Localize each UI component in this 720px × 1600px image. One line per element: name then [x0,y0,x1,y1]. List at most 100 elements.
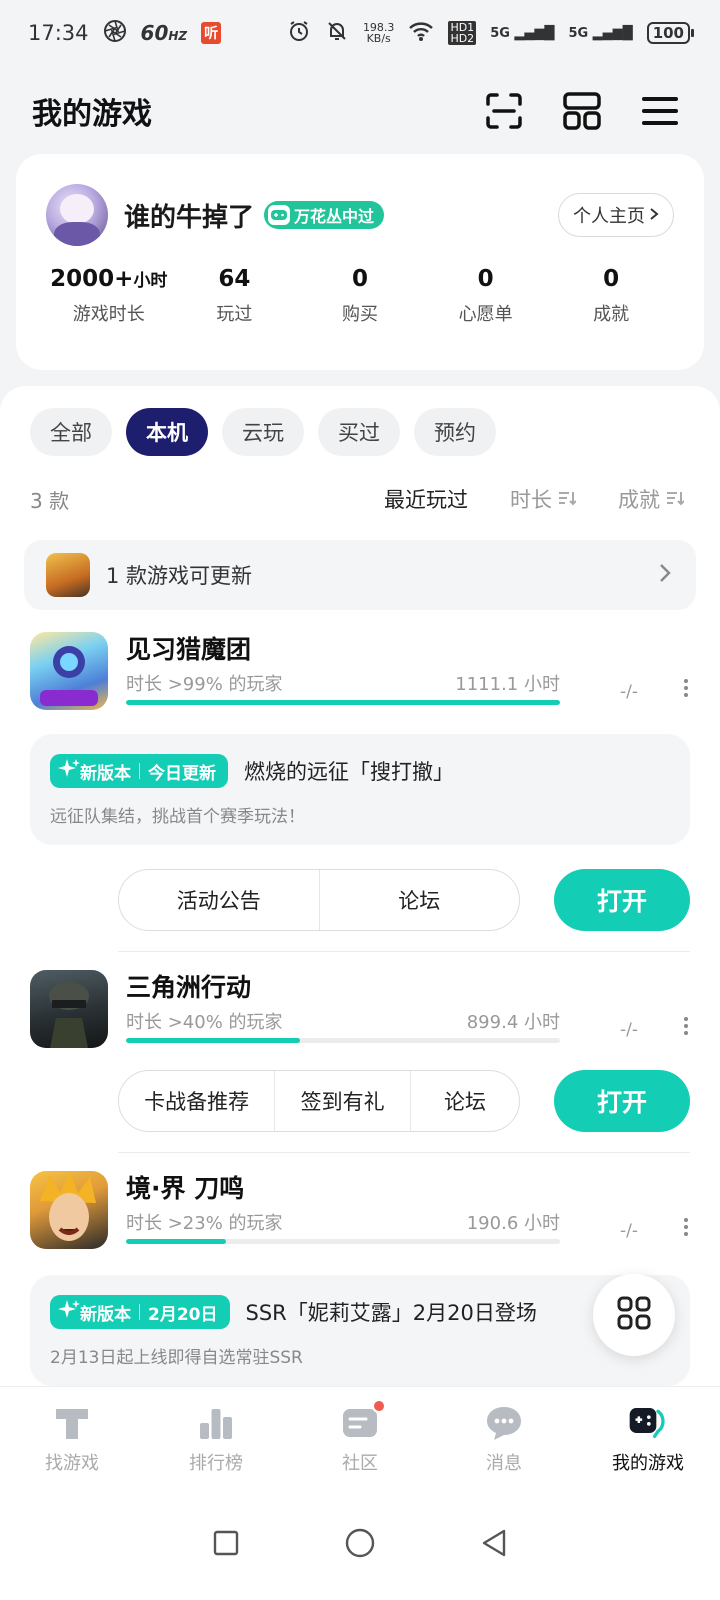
news-tag-right: 今日更新 [148,763,216,784]
bottom-nav: 找游戏 排行榜 社区 消息 我的游戏 [0,1386,720,1490]
action-announcement[interactable]: 活动公告 [119,870,320,930]
header: 我的游戏 [0,78,720,144]
nav-messages[interactable]: 消息 [439,1403,569,1475]
game-count: 3 款 [30,488,70,513]
sort-order-icon [558,487,577,511]
more-options-icon[interactable] [684,1215,690,1239]
signal-sim2: 5G ▂▄▆█ [568,25,633,41]
news-card[interactable]: 新版本 今日更新 燃烧的远征「搜打撤」 远征队集结，挑战首个赛季玩法！ [30,734,690,845]
homepage-button[interactable]: 个人主页 [558,193,674,237]
stat-label: 心愿单 [458,304,513,325]
stat-wishlist[interactable]: 0 心愿单 [423,266,549,326]
aperture-icon [103,19,127,48]
more-options-icon[interactable] [684,676,690,700]
news-title: 燃烧的远征「搜打撤」 [244,760,454,784]
playtime-bar [126,1239,560,1244]
homepage-button-label: 个人主页 [573,206,645,227]
stat-unit: 小时 [133,271,168,291]
action-checkin[interactable]: 签到有礼 [275,1071,412,1131]
tab-cloud[interactable]: 云玩 [222,408,304,456]
home-icon[interactable] [344,1527,376,1563]
layout-grid-icon[interactable] [562,91,602,131]
hd-indicator: HD1 HD2 [448,21,477,45]
stat-label: 成就 [593,304,630,325]
find-games-icon [52,1403,92,1443]
playtime-rank: 时长 >40% 的玩家 [126,1012,283,1033]
title-badge[interactable]: 万花丛中过 [264,201,385,229]
nav-community[interactable]: 社区 [295,1398,425,1475]
news-subtitle: 远征队集结，挑战首个赛季玩法！ [50,807,305,827]
mute-bell-icon [325,19,349,48]
game-item: 见习猎魔团 时长 >99% 的玩家 1111.1 小时 -/- [0,632,720,712]
tab-all[interactable]: 全部 [30,408,112,456]
divider [118,1152,690,1153]
stat-label: 游戏时长 [72,304,145,325]
game-icon[interactable] [30,1171,108,1249]
stat-label: 玩过 [216,304,253,325]
apps-grid-icon [617,1296,651,1334]
playtime-hours: 899.4 小时 [466,1012,560,1033]
news-card[interactable]: 新版本 2月20日 SSR「妮莉艾露」2月20日登场 2月13日起上线即得自选常… [30,1275,690,1386]
playtime-bar [126,1038,560,1043]
refresh-rate: 60HZ [140,21,188,45]
floating-apps-button[interactable] [593,1274,675,1356]
wifi-icon [408,20,434,47]
scan-icon[interactable] [484,91,524,131]
nav-my-games[interactable]: 我的游戏 [583,1403,713,1475]
listen-app-icon: 听 [201,22,222,44]
stat-value: 0 [351,266,368,292]
my-games-icon [628,1403,668,1443]
playtime-bar-fill [126,1038,300,1043]
news-tag: 新版本 2月20日 [50,1295,230,1329]
open-game-button[interactable]: 打开 [554,1070,690,1132]
game-icon[interactable] [30,632,108,710]
stat-value: 64 [218,266,251,292]
tab-reserved[interactable]: 预约 [414,408,496,456]
game-actions: 卡战备推荐 签到有礼 论坛 打开 [118,1070,690,1132]
game-icon[interactable] [30,970,108,1048]
playtime-hours: 1111.1 小时 [455,674,560,695]
stat-purchased[interactable]: 0 购买 [297,266,423,326]
stat-playtime[interactable]: 2000+小时 游戏时长 [46,266,172,326]
net-speed: 198.3 KB/s [362,21,395,45]
ranking-icon [196,1403,236,1443]
menu-icon[interactable] [640,91,680,131]
system-nav-bar [0,1490,720,1600]
title-badge-label: 万花丛中过 [294,207,375,226]
game-title[interactable]: 境·界 刀鸣 [126,1171,690,1207]
tab-purchased[interactable]: 买过 [318,408,400,456]
nav-find-games[interactable]: 找游戏 [7,1403,137,1475]
action-forum[interactable]: 论坛 [411,1071,519,1131]
news-tag-left: 新版本 [80,1304,131,1325]
recent-apps-icon[interactable] [212,1529,240,1561]
achievement-value: -/- [620,1221,638,1241]
achievement-value: -/- [620,682,638,702]
news-tag: 新版本 今日更新 [50,754,228,788]
tab-local[interactable]: 本机 [126,408,208,456]
game-title[interactable]: 三角洲行动 [126,970,690,1006]
nav-label: 我的游戏 [612,1452,684,1474]
action-loadout[interactable]: 卡战备推荐 [119,1071,276,1131]
action-forum[interactable]: 论坛 [320,870,520,930]
nav-label: 社区 [342,1452,378,1474]
news-tag-right: 2月20日 [148,1304,218,1325]
open-game-button[interactable]: 打开 [554,869,690,931]
chevron-right-icon [649,205,659,226]
update-banner[interactable]: 1 款游戏可更新 [24,540,696,610]
stat-played[interactable]: 64 玩过 [172,266,298,326]
back-icon[interactable] [480,1528,508,1562]
nav-label: 消息 [486,1452,522,1474]
profile-card: 谁的牛掉了 万花丛中过 个人主页 2000+小时 游戏时长 64 玩过 0 购买 [16,154,704,370]
more-options-icon[interactable] [684,1014,690,1038]
news-subtitle: 2月13日起上线即得自选常驻SSR [50,1348,303,1368]
game-title[interactable]: 见习猎魔团 [126,632,690,668]
stat-achievements[interactable]: 0 成就 [548,266,674,326]
stat-label: 购买 [341,304,378,325]
sort-recent[interactable]: 最近玩过 [384,484,468,514]
avatar[interactable] [46,184,108,246]
playtime-bar-fill [126,1239,226,1244]
nav-label: 找游戏 [45,1452,99,1474]
nav-ranking[interactable]: 排行榜 [151,1403,281,1475]
sort-playtime[interactable]: 时长 [510,484,577,514]
sort-achievement[interactable]: 成就 [618,484,685,514]
